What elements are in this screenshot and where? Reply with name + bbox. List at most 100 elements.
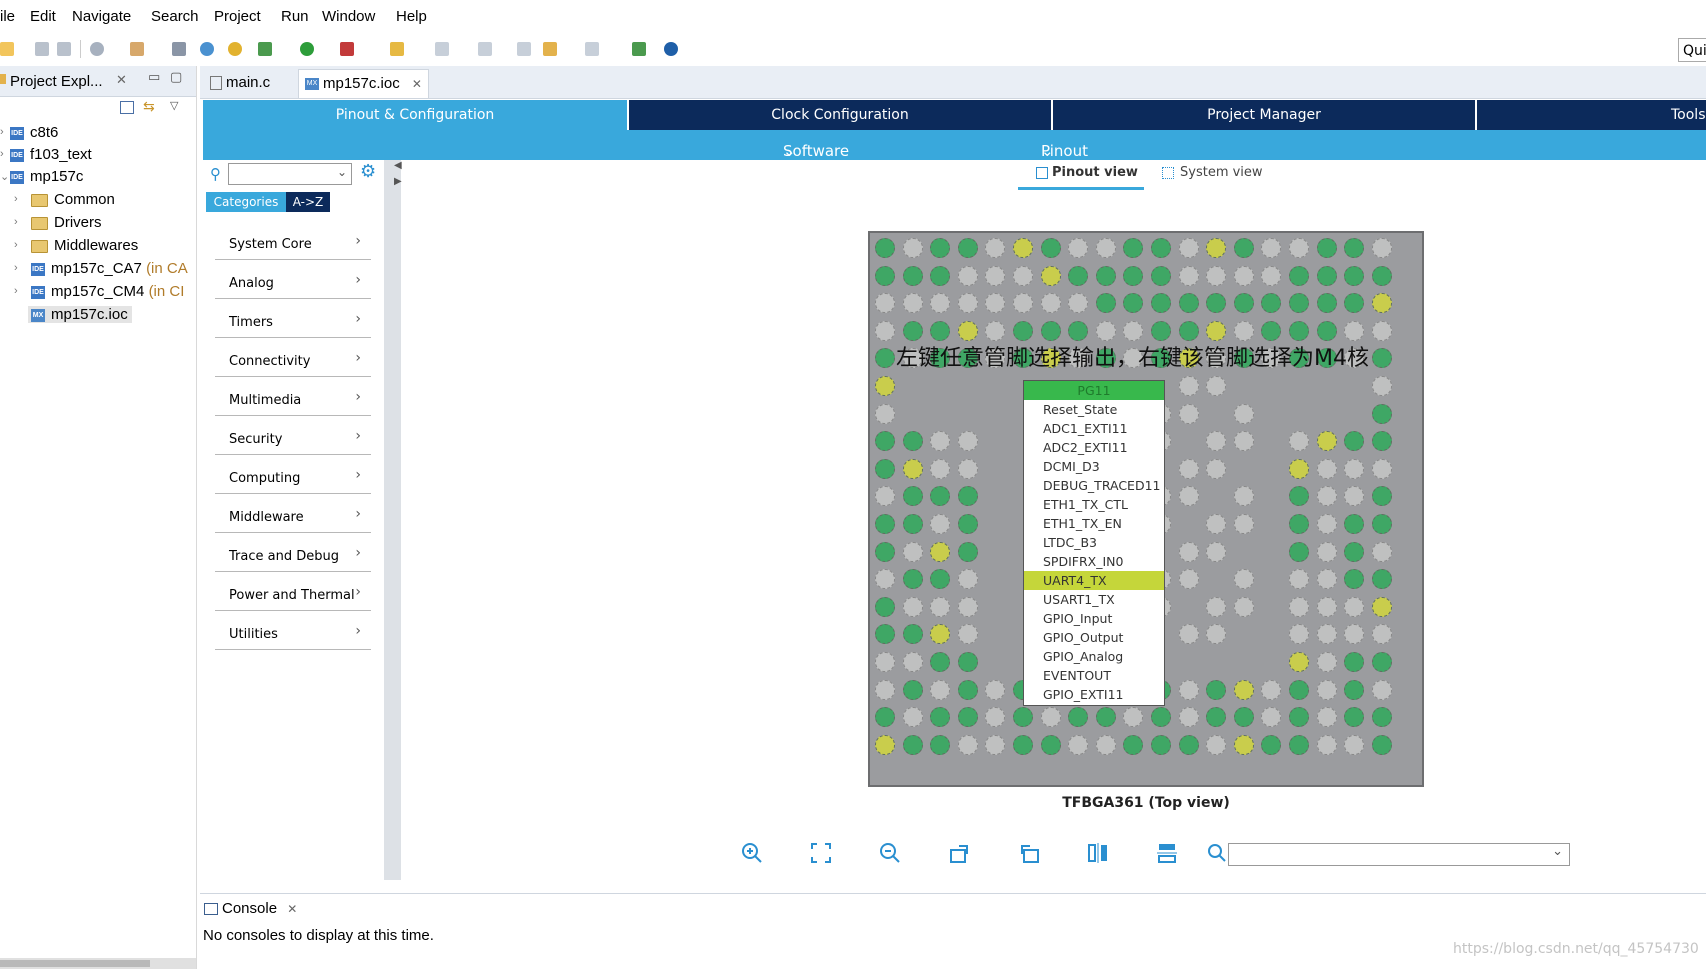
chip-pin[interactable] <box>1371 734 1392 755</box>
chip-pin[interactable] <box>902 238 923 258</box>
chip-pin[interactable] <box>1371 569 1392 590</box>
chip-pin[interactable] <box>957 541 978 562</box>
chip-pin[interactable] <box>930 652 951 672</box>
chip-pin[interactable] <box>1371 624 1392 645</box>
tree-item-f103-text[interactable]: › IDE f103_text <box>0 146 92 163</box>
chip-pin[interactable] <box>875 596 895 617</box>
chip-pin[interactable] <box>1095 238 1116 258</box>
tab-project-manager[interactable]: Project Manager <box>1053 100 1475 130</box>
chip-pin[interactable] <box>957 514 978 534</box>
collapse-arrow-icon[interactable]: › <box>14 262 18 274</box>
chip-pin[interactable] <box>1316 569 1337 590</box>
chip-pin[interactable] <box>1233 431 1254 452</box>
chip-pin[interactable] <box>1371 238 1392 258</box>
gear-icon[interactable]: ⚙ <box>360 161 376 182</box>
chip-pin[interactable] <box>957 679 978 700</box>
chip-pin[interactable] <box>957 458 978 479</box>
collapse-arrow-icon[interactable]: › <box>0 126 4 138</box>
chip-pin[interactable] <box>1206 734 1227 755</box>
menu-window[interactable]: Window <box>322 8 375 25</box>
chip-pin[interactable] <box>1261 734 1282 755</box>
chip-pin[interactable] <box>1344 514 1365 534</box>
chip-pin[interactable] <box>875 652 895 672</box>
category-item[interactable]: Trace and Debug › <box>215 533 371 572</box>
chip-pin[interactable] <box>1013 707 1033 728</box>
link-with-editor-icon[interactable]: ⇆ <box>143 99 155 115</box>
pin-function-option[interactable]: GPIO_EXTI11 <box>1024 685 1164 704</box>
chip-pin[interactable] <box>1178 458 1199 479</box>
pin-function-option[interactable]: DEBUG_TRACED11 <box>1024 476 1164 495</box>
chip-pin[interactable] <box>1371 514 1392 534</box>
tab-categories[interactable]: Categories <box>206 192 286 212</box>
flip-vertical-icon[interactable] <box>1087 842 1109 864</box>
chip-pin[interactable] <box>985 320 1006 341</box>
chip-pin[interactable] <box>902 734 923 755</box>
chip-pin[interactable] <box>1178 265 1199 286</box>
chip-pin[interactable] <box>1178 624 1199 645</box>
pin-function-option[interactable]: UART4_TX <box>1024 571 1164 590</box>
chip-pin[interactable] <box>1371 707 1392 728</box>
tab-a-z[interactable]: A->Z <box>286 192 330 212</box>
chip-pin[interactable] <box>902 458 923 479</box>
next-annotation-icon[interactable] <box>435 42 449 56</box>
chip-pin[interactable] <box>1206 376 1227 396</box>
chip-pin[interactable] <box>985 707 1006 728</box>
chip-pin[interactable] <box>1178 403 1199 424</box>
chip-pin[interactable] <box>1206 624 1227 645</box>
chip-pin[interactable] <box>1344 596 1365 617</box>
tree-item-mp157c[interactable]: ⌄ IDE mp157c <box>0 168 83 185</box>
tree-item-mp157c-ioc[interactable]: MX mp157c.ioc <box>28 306 132 323</box>
collapse-arrow-icon[interactable]: › <box>0 148 4 160</box>
prev-annotation-icon[interactable] <box>478 42 492 56</box>
chip-pin[interactable] <box>1095 734 1116 755</box>
chip-pin[interactable] <box>1206 596 1227 617</box>
chip-pin[interactable] <box>1316 293 1337 314</box>
collapse-arrow-icon[interactable]: › <box>14 216 18 228</box>
chip-pin[interactable] <box>875 734 895 755</box>
chip-pin[interactable] <box>875 624 895 645</box>
chip-pin[interactable] <box>1178 376 1199 396</box>
category-item[interactable]: Analog › <box>215 260 371 299</box>
category-item[interactable]: System Core › <box>215 221 371 260</box>
menu-navigate[interactable]: Navigate <box>72 8 131 25</box>
chip-pin[interactable] <box>1289 265 1309 286</box>
chip-pin[interactable] <box>875 238 895 258</box>
chip-pin[interactable] <box>1095 293 1116 314</box>
chip-pin[interactable] <box>902 679 923 700</box>
chip-pin[interactable] <box>1371 265 1392 286</box>
chip-pin[interactable] <box>930 734 951 755</box>
chip-pin[interactable] <box>1344 652 1365 672</box>
chip-pin[interactable] <box>1123 707 1144 728</box>
quick-access-input[interactable]: Qui <box>1678 38 1706 62</box>
last-edit-icon[interactable] <box>517 42 531 56</box>
category-item[interactable]: Middleware › <box>215 494 371 533</box>
chip-pin[interactable] <box>957 238 978 258</box>
chip-pin[interactable] <box>875 431 895 452</box>
chip-pin[interactable] <box>957 320 978 341</box>
tab-clock-configuration[interactable]: Clock Configuration <box>629 100 1051 130</box>
chip-pin[interactable] <box>1289 679 1309 700</box>
chip-pin[interactable] <box>875 348 895 369</box>
chip-pin[interactable] <box>930 569 951 590</box>
chip-pin[interactable] <box>1344 541 1365 562</box>
chip-pin[interactable] <box>957 293 978 314</box>
chip-pin[interactable] <box>930 238 951 258</box>
info-icon[interactable] <box>664 42 678 56</box>
chip-pin[interactable] <box>1344 486 1365 507</box>
chip-pin[interactable] <box>1233 403 1254 424</box>
chip-pin[interactable] <box>957 734 978 755</box>
chip-pin[interactable] <box>1261 679 1282 700</box>
chip-pin[interactable] <box>1289 238 1309 258</box>
chip-pin[interactable] <box>1123 293 1144 314</box>
chip-pin[interactable] <box>1344 679 1365 700</box>
chip-pin[interactable] <box>1095 707 1116 728</box>
chip-pin[interactable] <box>1206 431 1227 452</box>
chevron-down-icon[interactable]: ⌄ <box>337 165 347 179</box>
chip-pin[interactable] <box>957 707 978 728</box>
chip-pin[interactable] <box>1233 265 1254 286</box>
close-icon[interactable]: ✕ <box>287 902 297 916</box>
menu-help[interactable]: Help <box>396 8 427 25</box>
external-tools-icon[interactable] <box>340 42 354 56</box>
chip-pin[interactable] <box>957 652 978 672</box>
panel-splitter[interactable]: ◀ ▶ <box>384 160 402 880</box>
